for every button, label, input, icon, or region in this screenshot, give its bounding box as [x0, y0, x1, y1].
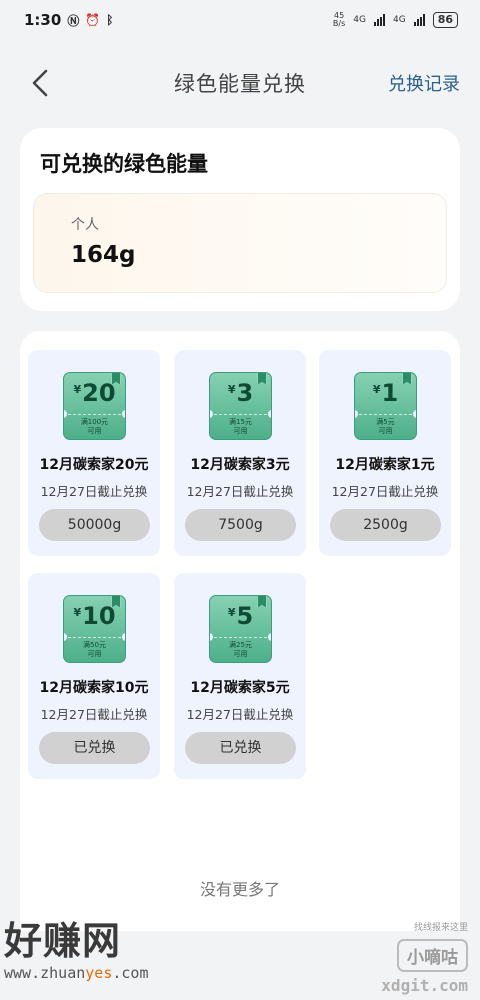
signal-1-icon	[373, 14, 385, 26]
coupon-deadline: 12月27日截止兑换	[40, 707, 148, 722]
currency-symbol: ¥	[227, 383, 236, 396]
coupon-card[interactable]: ¥20 满100元 可用 12月碳索家20元 12月27日截止兑换 50000g	[28, 350, 160, 556]
condition-usable: 可用	[87, 650, 102, 658]
currency-symbol: ¥	[372, 383, 381, 396]
amount-value: 20	[82, 379, 116, 407]
condition-threshold: 满100元	[80, 418, 109, 426]
amount-value: 5	[236, 602, 254, 630]
watermark-small-text: 找线报来这里	[413, 923, 468, 933]
coupon-amount: ¥10	[64, 602, 125, 630]
coupon-ticket-icon: ¥3 满15元 可用	[209, 372, 272, 440]
ticket-divider	[214, 637, 267, 638]
currency-symbol: ¥	[73, 383, 82, 396]
coupon-ticket-icon: ¥1 满5元 可用	[354, 372, 417, 440]
coupon-condition: 满25元 可用	[210, 641, 271, 659]
exchange-button[interactable]: 7500g	[185, 509, 296, 541]
watermark-url-prefix: www.zhuan	[4, 964, 86, 982]
condition-threshold: 满50元	[83, 641, 106, 649]
coupon-ticket-icon: ¥5 满25元 可用	[209, 595, 272, 663]
energy-balance-value: 164g	[71, 242, 136, 268]
coupon-deadline: 12月27日截止兑换	[186, 484, 294, 499]
coupon-amount: ¥1	[355, 379, 416, 407]
energy-balance-label: 个人	[71, 217, 99, 233]
back-button[interactable]	[28, 68, 54, 98]
condition-threshold: 满25元	[229, 641, 252, 649]
watermark-left: 好赚网 www.zhuanyes.com	[4, 918, 149, 982]
watermark-domain: xdgit.com	[381, 976, 468, 995]
battery-indicator: 86	[432, 12, 458, 28]
exchange-record-link[interactable]: 兑换记录	[388, 70, 460, 96]
coupon-deadline: 12月27日截止兑换	[331, 484, 439, 499]
currency-symbol: ¥	[227, 606, 236, 619]
coupon-card[interactable]: ¥1 满5元 可用 12月碳索家1元 12月27日截止兑换 2500g	[319, 350, 451, 556]
net-speed: 45 B/s	[333, 12, 345, 28]
bluetooth-icon: ᛒ	[106, 13, 114, 27]
coupon-list: ¥20 满100元 可用 12月碳索家20元 12月27日截止兑换 50000g …	[20, 331, 460, 931]
watermark-right: 找线报来这里 小嘀咕 xdgit.com	[381, 920, 468, 995]
status-time: 1:30	[24, 11, 62, 29]
net-speed-unit: B/s	[332, 19, 346, 28]
coupon-name: 12月碳索家3元	[190, 457, 290, 473]
energy-card-title: 可兑换的绿色能量	[40, 152, 208, 176]
coupon-deadline: 12月27日截止兑换	[40, 484, 148, 499]
watermark-logo: 好赚网	[4, 919, 122, 963]
signal-2-label: 4G	[392, 15, 406, 25]
no-more-text: 没有更多了	[199, 880, 280, 899]
exchanged-button[interactable]: 已兑换	[185, 732, 296, 764]
signal-2-icon	[413, 14, 425, 26]
ticket-divider	[68, 414, 121, 415]
amount-value: 1	[381, 379, 399, 407]
watermark-url-suffix: .com	[112, 964, 149, 982]
coupon-amount: ¥20	[64, 379, 125, 407]
currency-symbol: ¥	[73, 606, 82, 619]
coupon-name: 12月碳索家1元	[335, 457, 435, 473]
status-right: 45 B/s 4G 4G 86	[333, 12, 458, 28]
nfc-icon: Ⓝ	[67, 13, 80, 28]
watermark-badge: 小嘀咕	[397, 939, 468, 972]
chevron-left-icon	[32, 69, 48, 97]
ticket-divider	[68, 637, 121, 638]
coupon-deadline: 12月27日截止兑换	[186, 707, 294, 722]
status-bar: 1:30 Ⓝ ⏰ ᛒ 45 B/s 4G 4G 86	[0, 0, 480, 40]
condition-threshold: 满5元	[376, 418, 395, 426]
watermark-url-highlight: yes	[85, 964, 113, 982]
coupon-card[interactable]: ¥10 满50元 可用 12月碳索家10元 12月27日截止兑换 已兑换	[28, 573, 160, 779]
condition-threshold: 满15元	[229, 418, 252, 426]
coupon-card[interactable]: ¥3 满15元 可用 12月碳索家3元 12月27日截止兑换 7500g	[174, 350, 306, 556]
alarm-icon: ⏰	[85, 13, 101, 27]
condition-usable: 可用	[233, 427, 248, 435]
coupon-amount: ¥3	[210, 379, 271, 407]
coupon-condition: 满15元 可用	[210, 418, 271, 436]
condition-usable: 可用	[233, 650, 248, 658]
energy-card: 可兑换的绿色能量 个人 164g	[20, 128, 460, 311]
condition-usable: 可用	[378, 427, 393, 435]
coupon-name: 12月碳索家10元	[39, 680, 149, 696]
amount-value: 10	[82, 602, 116, 630]
coupon-condition: 满50元 可用	[64, 641, 125, 659]
coupon-condition: 满5元 可用	[355, 418, 416, 436]
watermark-url: www.zhuanyes.com	[4, 964, 149, 982]
page-title: 绿色能量兑换	[174, 72, 306, 96]
status-left: 1:30 Ⓝ ⏰ ᛒ	[24, 11, 113, 29]
coupon-name: 12月碳索家5元	[190, 680, 290, 696]
coupon-card[interactable]: ¥5 满25元 可用 12月碳索家5元 12月27日截止兑换 已兑换	[174, 573, 306, 779]
signal-1-label: 4G	[353, 15, 366, 25]
energy-balance-box: 个人 164g	[33, 193, 447, 293]
exchange-button[interactable]: 50000g	[39, 509, 150, 541]
coupon-ticket-icon: ¥10 满50元 可用	[63, 595, 126, 663]
nav-bar: 绿色能量兑换 兑换记录	[0, 56, 480, 110]
coupon-name: 12月碳索家20元	[39, 457, 149, 473]
condition-usable: 可用	[87, 427, 102, 435]
exchanged-button[interactable]: 已兑换	[39, 732, 150, 764]
ticket-divider	[214, 414, 267, 415]
coupon-condition: 满100元 可用	[64, 418, 125, 436]
amount-value: 3	[236, 379, 254, 407]
coupon-ticket-icon: ¥20 满100元 可用	[63, 372, 126, 440]
ticket-divider	[359, 414, 412, 415]
coupon-amount: ¥5	[210, 602, 271, 630]
exchange-button[interactable]: 2500g	[330, 509, 441, 541]
